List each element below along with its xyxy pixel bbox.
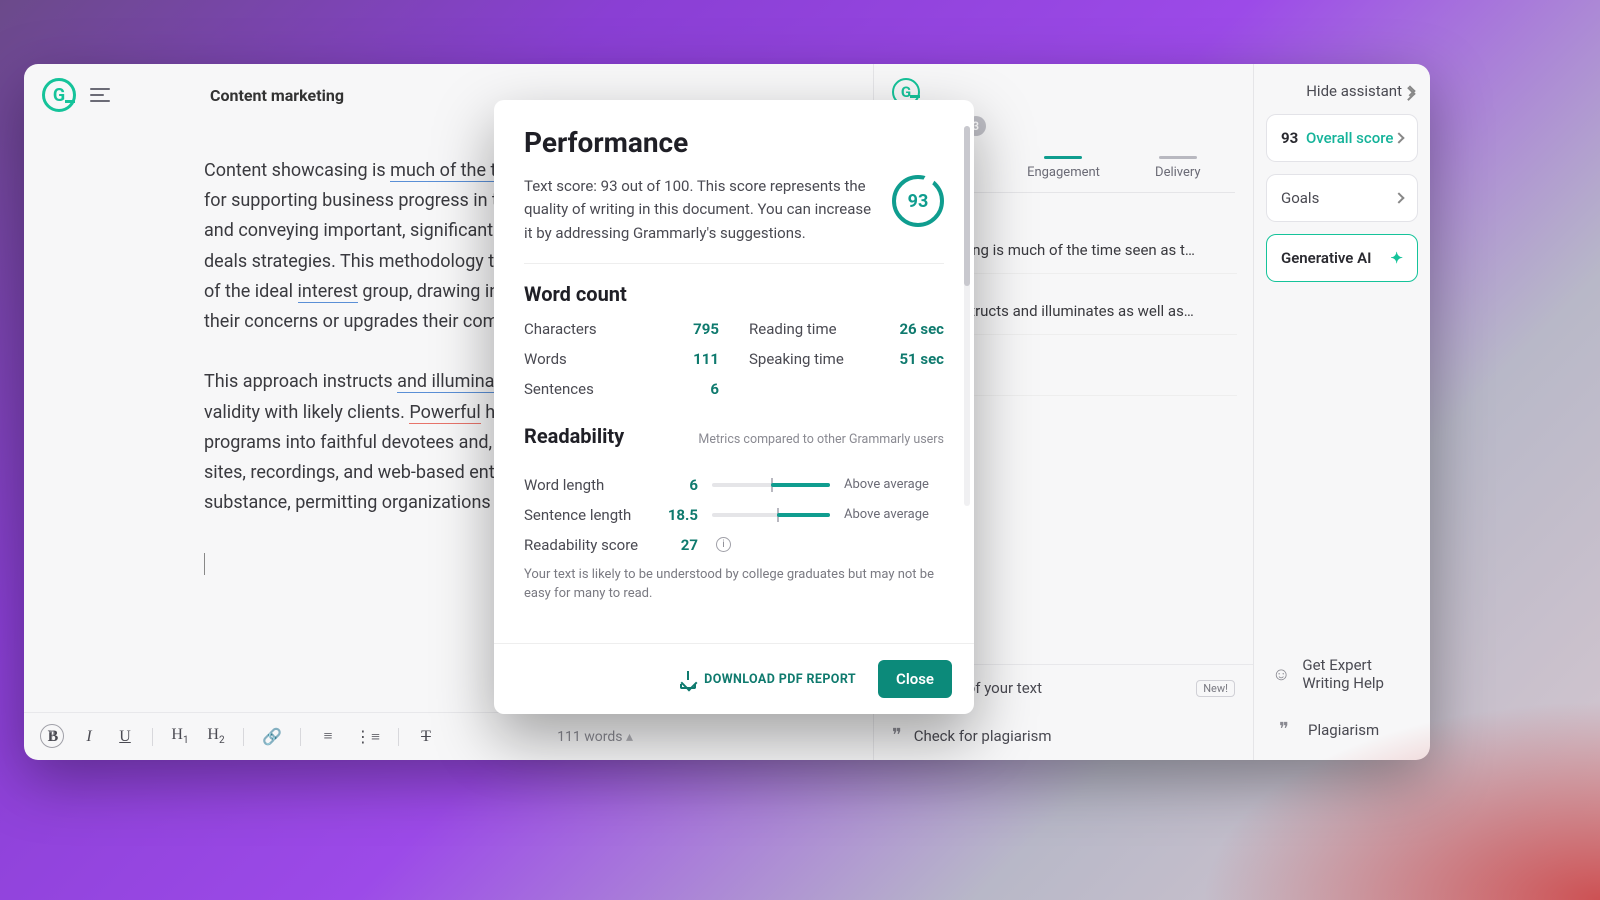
readability-subtext: Metrics compared to other Grammarly user… [698, 432, 944, 447]
goals-card[interactable]: Goals [1266, 174, 1418, 222]
download-pdf-button[interactable]: DOWNLOAD PDF REPORT [680, 671, 856, 687]
assistant-bottom: ☺ Get Expert Writing Help ❞ Plagiarism [1266, 648, 1418, 749]
readability-row: Word length 6 Above average [524, 476, 944, 494]
tab-delivery[interactable]: Delivery [1121, 146, 1235, 192]
plagiarism-label: Check for plagiarism [914, 727, 1052, 745]
stat-row: Reading time26 sec [749, 320, 944, 338]
meter [712, 513, 830, 517]
separator [243, 728, 244, 746]
stat-row: Words111 [524, 350, 719, 368]
download-icon [680, 671, 696, 687]
document-title[interactable]: Content marketing [210, 86, 344, 105]
readability-heading: Readability [524, 424, 624, 448]
separator [300, 728, 301, 746]
person-icon: ☺ [1272, 664, 1290, 685]
tab-engagement[interactable]: Engagement [1006, 146, 1120, 192]
text-cursor [204, 553, 205, 575]
scrollbar[interactable] [964, 126, 970, 506]
word-count-grid: Characters795 Reading time26 sec Words11… [524, 320, 944, 398]
generative-ai-card[interactable]: Generative AI ✦ [1266, 234, 1418, 282]
close-button[interactable]: Close [878, 660, 952, 698]
stat-row: Speaking time51 sec [749, 350, 944, 368]
help-icon[interactable]: ? [40, 724, 64, 748]
ordered-list-button[interactable]: ≡ [319, 728, 337, 746]
h2-button[interactable]: H2 [207, 726, 225, 746]
italic-button[interactable]: I [80, 728, 98, 746]
suggestion-underline[interactable]: Powerful [409, 402, 480, 424]
score-ring: 93 [892, 175, 944, 227]
meter [712, 483, 830, 487]
chevron-right-icon [1393, 192, 1404, 203]
performance-modal: Performance Text score: 93 out of 100. T… [494, 100, 974, 714]
hide-assistant-button[interactable]: Hide assistant [1266, 76, 1418, 102]
separator [398, 728, 399, 746]
link-button[interactable]: 🔗 [262, 727, 282, 747]
plagiarism-check-button[interactable]: ❞ Check for plagiarism [874, 711, 1253, 760]
word-count-label[interactable]: 111 words ▴ [557, 729, 633, 745]
assistant-sidebar: Hide assistant 93 Overall score Goals Ge… [1254, 64, 1430, 760]
stat-row: Sentences6 [524, 380, 719, 398]
info-icon[interactable]: i [716, 537, 731, 552]
underline-button[interactable]: U [116, 728, 134, 746]
readability-row: Readability score 27 i [524, 536, 944, 554]
scrollbar-thumb[interactable] [964, 126, 970, 286]
editor-footer: B I U H1 H2 🔗 ≡ ⋮≡ T 111 words ▴ [24, 712, 873, 760]
word-count-heading: Word count [524, 282, 944, 306]
text-run: This approach instructs [204, 371, 397, 392]
suggestion-underline[interactable]: interest [298, 281, 358, 303]
grammarly-logo-icon: G [42, 78, 76, 112]
readability-row: Sentence length 18.5 Above average [524, 506, 944, 524]
text-run: Content showcasing is [204, 160, 390, 181]
quote-icon: ❞ [1272, 719, 1296, 740]
readability-note: Your text is likely to be understood by … [524, 566, 944, 604]
stat-row: Characters795 [524, 320, 719, 338]
quote-icon: ❞ [892, 725, 902, 746]
modal-body: Performance Text score: 93 out of 100. T… [494, 100, 974, 643]
plagiarism-button[interactable]: ❞ Plagiarism [1266, 711, 1418, 748]
sidebar-toggle-icon[interactable] [90, 86, 116, 104]
h1-button[interactable]: H1 [171, 726, 189, 746]
modal-footer: DOWNLOAD PDF REPORT Close [494, 643, 974, 714]
separator [152, 728, 153, 746]
overall-score-card[interactable]: 93 Overall score [1266, 114, 1418, 162]
clear-format-button[interactable]: T [417, 728, 435, 746]
expert-help-button[interactable]: ☺ Get Expert Writing Help [1266, 648, 1418, 702]
score-description: Text score: 93 out of 100. This score re… [524, 175, 872, 245]
unordered-list-button[interactable]: ⋮≡ [355, 727, 380, 747]
new-badge: New! [1196, 680, 1235, 697]
chevron-right-icon [1404, 85, 1415, 96]
chevron-right-icon [1393, 132, 1404, 143]
modal-title: Performance [524, 126, 944, 159]
sparkle-icon: ✦ [1390, 249, 1403, 267]
